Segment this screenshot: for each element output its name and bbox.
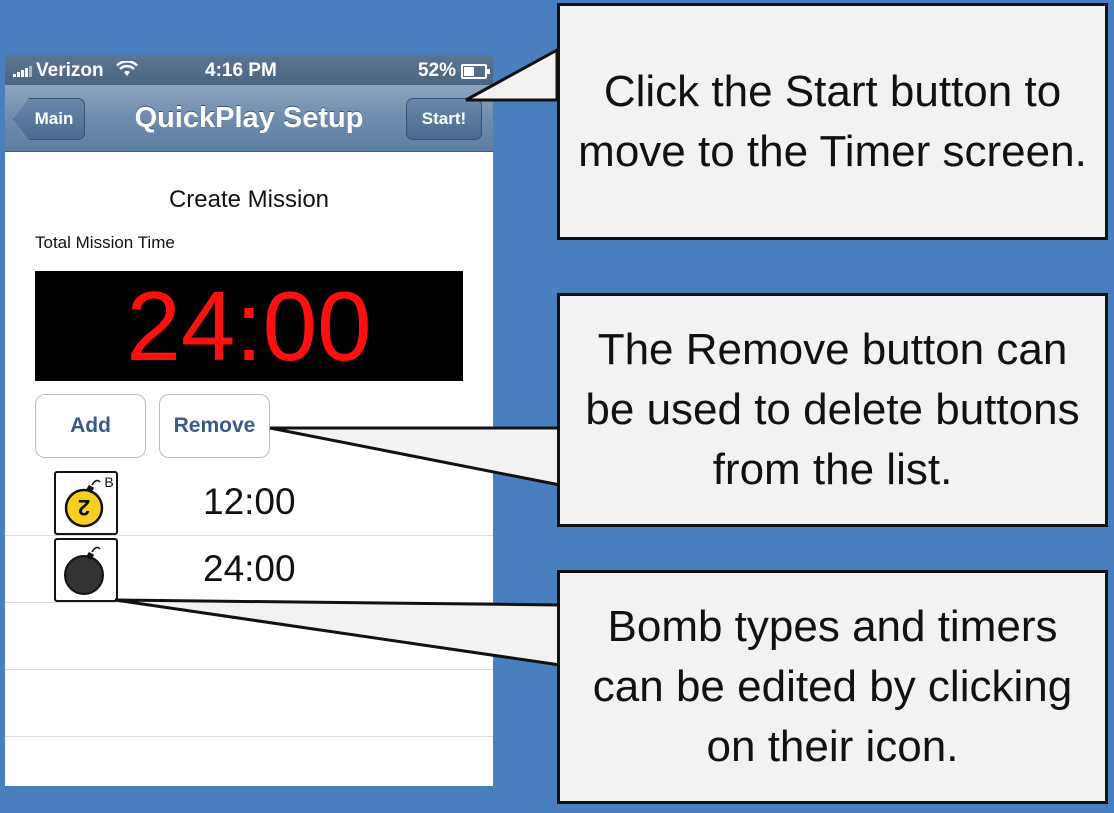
bomb-row: 2 B 12:00 — [5, 469, 493, 536]
start-callout-text: Click the Start button to move to the Ti… — [578, 66, 1087, 176]
create-mission-heading: Create Mission — [168, 186, 330, 213]
add-button[interactable]: Add — [35, 394, 146, 458]
start-callout: Click the Start button to move to the Ti… — [557, 3, 1108, 240]
bomb-number: 2 — [78, 495, 90, 520]
battery-icon — [461, 63, 490, 79]
total-mission-time-label: Total Mission Time — [35, 233, 175, 252]
status-time: 4:16 PM — [205, 60, 277, 81]
bomb-callout: Bomb types and timers can be edited by c… — [557, 570, 1108, 804]
yellow-bomb-2-icon[interactable]: 2 B — [54, 471, 118, 535]
bomb-time: 24:00 — [203, 548, 296, 589]
battery-group: 52% — [417, 60, 490, 82]
start-button[interactable]: Start! — [406, 98, 482, 140]
battery-percent: 52% — [417, 60, 456, 81]
bomb-row: 24:00 — [5, 536, 493, 603]
bomb-time: 12:00 — [203, 481, 296, 522]
carrier-group: Verizon — [13, 59, 138, 82]
bomb-callout-text: Bomb types and timers can be edited by c… — [592, 602, 1073, 771]
bomb-badge: B — [104, 474, 113, 490]
navigation-bar: Main QuickPlay Setup Start! — [5, 85, 493, 152]
yellow-bomb-graphic: 2 B — [64, 474, 114, 528]
remove-callout-text: The Remove button can be used to delete … — [585, 325, 1080, 494]
empty-row — [5, 603, 493, 670]
status-bar: Verizon 4:16 PM 52% — [5, 55, 493, 85]
remove-button[interactable]: Remove — [159, 394, 270, 458]
black-bomb-icon[interactable] — [54, 538, 118, 602]
signal-icon — [13, 65, 32, 77]
total-mission-time-display[interactable]: 24:00 — [35, 271, 463, 381]
wifi-icon — [115, 59, 138, 82]
remove-callout: The Remove button can be used to delete … — [557, 293, 1108, 527]
carrier-name: Verizon — [36, 60, 104, 81]
phone-screen: Verizon 4:16 PM 52% Main QuickPlay Setup… — [5, 55, 493, 786]
black-bomb-graphic — [64, 546, 104, 595]
empty-row — [5, 670, 493, 737]
